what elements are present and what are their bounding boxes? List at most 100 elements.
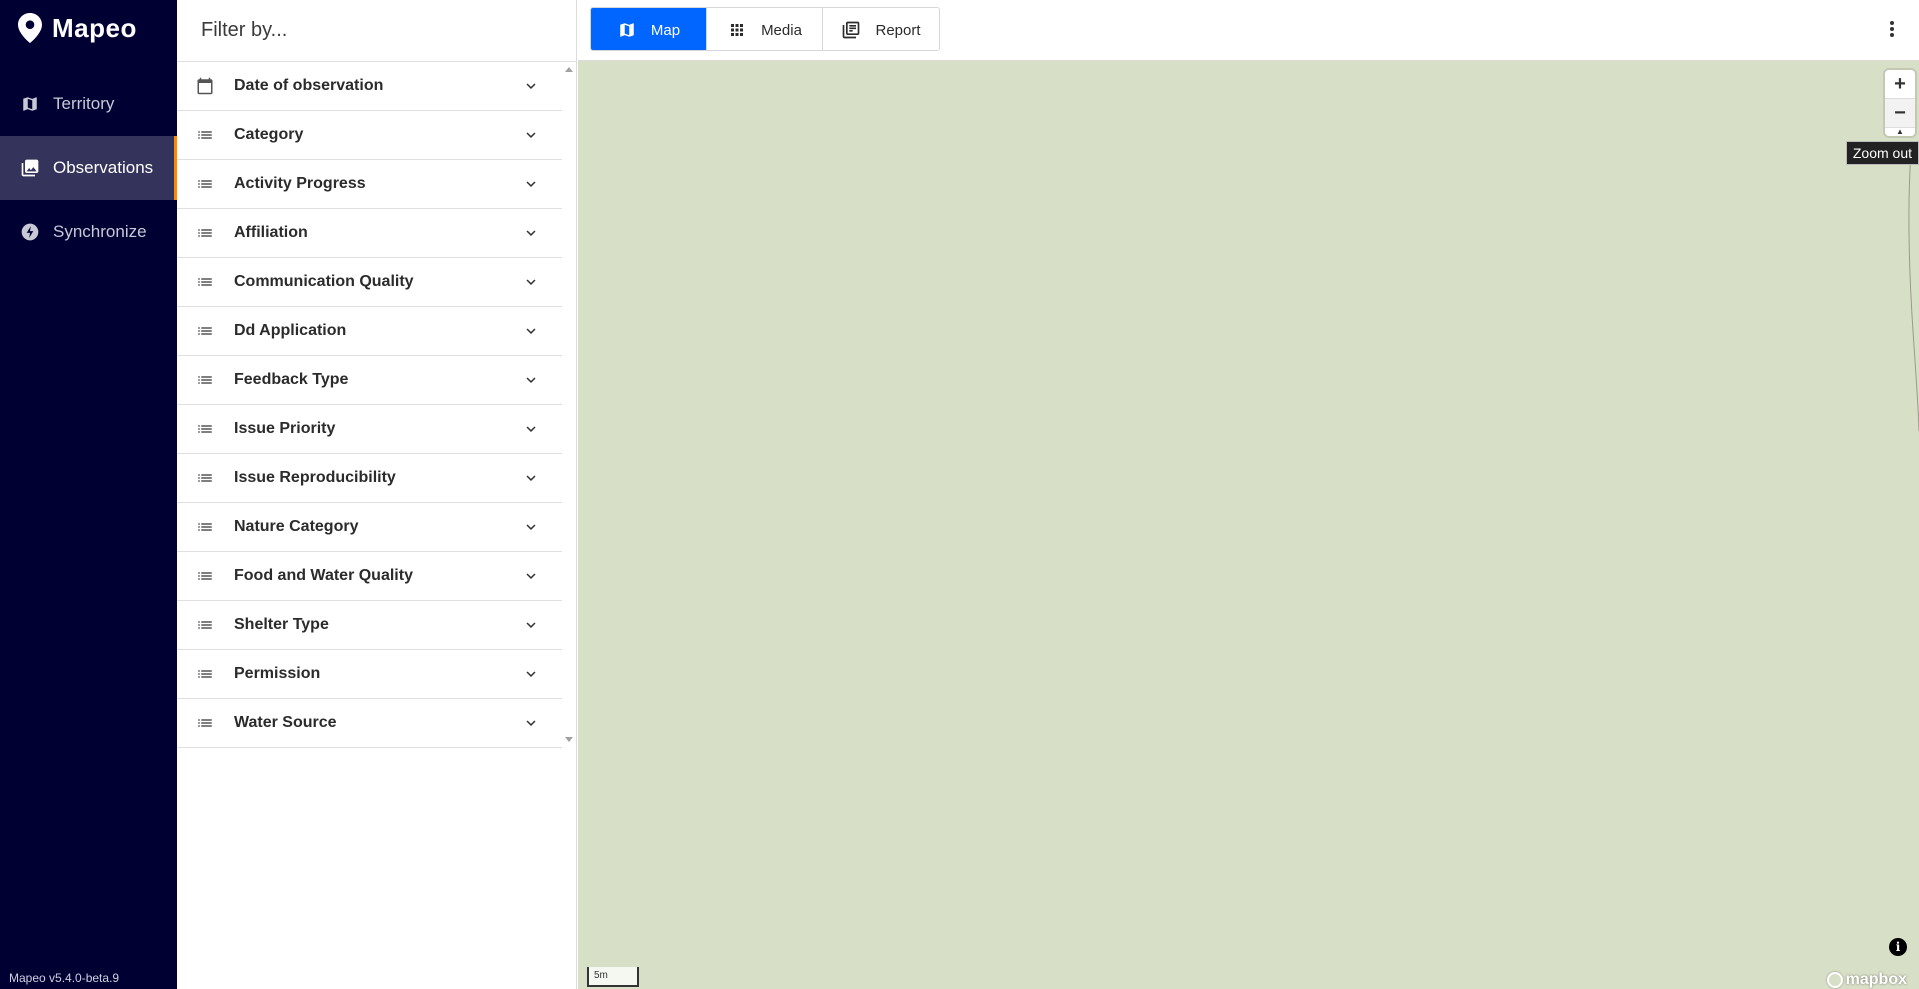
view-switcher: Map Media Report	[590, 7, 940, 51]
filter-header: Filter by...	[177, 0, 576, 62]
filter-item-label: Affiliation	[234, 224, 308, 241]
list-icon	[194, 320, 216, 342]
list-icon	[194, 565, 216, 587]
photo-library-icon	[20, 158, 40, 178]
filter-item[interactable]: Feedback Type	[177, 356, 562, 405]
filter-item-label: Shelter Type	[234, 616, 329, 633]
chevron-down-icon[interactable]	[520, 320, 542, 342]
top-bar: Map Media Report	[578, 0, 1919, 61]
nav-item-label: Synchronize	[53, 222, 147, 241]
filter-item-label: Issue Reproducibility	[234, 469, 396, 486]
chevron-down-icon[interactable]	[520, 663, 542, 685]
filter-item[interactable]: Communication Quality	[177, 258, 562, 307]
list-icon	[194, 418, 216, 440]
compass-icon[interactable]: ▲	[1885, 128, 1915, 136]
app-brand: Mapeo	[18, 12, 137, 44]
report-icon	[841, 20, 861, 40]
mapbox-wordmark: mapbox	[1845, 971, 1907, 988]
chevron-down-icon[interactable]	[520, 712, 542, 734]
filter-item[interactable]: Date of observation	[177, 62, 562, 111]
nav-item-observations[interactable]: Observations	[0, 136, 177, 200]
grid-icon	[727, 20, 747, 40]
list-icon	[194, 467, 216, 489]
list-icon	[194, 712, 216, 734]
list-icon	[194, 516, 216, 538]
list-icon	[194, 369, 216, 391]
zoom-out-button[interactable]: −	[1885, 99, 1915, 128]
filter-item[interactable]: Category	[177, 111, 562, 160]
location-pin-icon	[18, 13, 42, 43]
filter-item[interactable]: Issue Priority	[177, 405, 562, 454]
map-canvas[interactable]: + − ▲ Zoom out 5m i mapbox	[578, 61, 1919, 989]
zoom-in-button[interactable]: +	[1885, 70, 1915, 99]
chevron-down-icon[interactable]	[520, 173, 542, 195]
more-vert-icon	[1890, 21, 1894, 37]
zoom-out-tooltip: Zoom out	[1845, 141, 1919, 165]
filter-item[interactable]: Shelter Type	[177, 601, 562, 650]
map-icon	[20, 94, 40, 114]
chevron-down-icon[interactable]	[520, 516, 542, 538]
filter-list: Date of observation Category Activity Prog…	[177, 62, 562, 748]
more-options-button[interactable]	[1877, 14, 1907, 44]
nav-item-territory[interactable]: Territory	[0, 72, 177, 136]
map-icon	[617, 20, 637, 40]
filter-item-label: Date of observation	[234, 77, 384, 94]
filter-item[interactable]: Nature Category	[177, 503, 562, 552]
filter-item-label: Category	[234, 126, 304, 143]
filter-item-label: Food and Water Quality	[234, 567, 413, 584]
chevron-down-icon[interactable]	[520, 565, 542, 587]
filter-item[interactable]: Dd Application	[177, 307, 562, 356]
list-icon	[194, 222, 216, 244]
calendar-icon	[194, 75, 216, 97]
chevron-down-icon[interactable]	[520, 271, 542, 293]
list-icon	[194, 271, 216, 293]
tab-media[interactable]: Media	[707, 8, 823, 50]
filter-item[interactable]: Permission	[177, 650, 562, 699]
filter-item[interactable]: Food and Water Quality	[177, 552, 562, 601]
filter-item-label: Feedback Type	[234, 371, 349, 388]
list-icon	[194, 663, 216, 685]
chevron-down-icon[interactable]	[520, 124, 542, 146]
filter-item[interactable]: Water Source	[177, 699, 562, 748]
chevron-down-icon[interactable]	[520, 418, 542, 440]
app-title: Mapeo	[52, 12, 137, 43]
filter-item-label: Permission	[234, 665, 321, 682]
left-navigation: Mapeo Territory Observations Synchronize…	[0, 0, 177, 989]
zoom-control: + − ▲	[1885, 70, 1915, 136]
list-icon	[194, 173, 216, 195]
mapbox-mark-icon	[1826, 972, 1843, 988]
chevron-down-icon[interactable]	[520, 369, 542, 391]
list-icon	[194, 124, 216, 146]
app-version: Mapeo v5.4.0-beta.9	[9, 971, 120, 985]
tab-map[interactable]: Map	[591, 8, 707, 50]
filter-panel: Filter by... Date of observation Category…	[177, 0, 577, 989]
nav-item-label: Territory	[53, 94, 115, 113]
filter-scrollbar[interactable]	[562, 62, 577, 747]
chevron-down-icon[interactable]	[520, 75, 542, 97]
scroll-up-arrow-icon[interactable]	[565, 67, 573, 72]
tab-label: Map	[650, 21, 681, 39]
info-icon[interactable]: i	[1889, 938, 1907, 956]
map-scale: 5m	[587, 967, 639, 987]
filter-item-label: Issue Priority	[234, 420, 336, 437]
mapbox-logo[interactable]: mapbox	[1826, 971, 1907, 989]
filter-item-label: Nature Category	[234, 518, 359, 535]
chevron-down-icon[interactable]	[520, 467, 542, 489]
nav-item-synchronize[interactable]: Synchronize	[0, 200, 177, 264]
tab-report[interactable]: Report	[823, 8, 939, 50]
scroll-down-arrow-icon[interactable]	[565, 737, 573, 742]
filter-item-label: Dd Application	[234, 322, 347, 339]
chevron-down-icon[interactable]	[520, 222, 542, 244]
filter-item[interactable]: Affiliation	[177, 209, 562, 258]
filter-item-label: Activity Progress	[234, 175, 366, 192]
filter-item[interactable]: Issue Reproducibility	[177, 454, 562, 503]
filter-item-label: Communication Quality	[234, 273, 414, 290]
nav-item-label: Observations	[53, 158, 154, 177]
flash-icon	[20, 222, 40, 242]
list-icon	[194, 614, 216, 636]
chevron-down-icon[interactable]	[520, 614, 542, 636]
filter-item[interactable]: Activity Progress	[177, 160, 562, 209]
tab-label: Report	[875, 21, 921, 39]
map-road-line	[1908, 151, 1919, 431]
tab-label: Media	[761, 21, 802, 39]
